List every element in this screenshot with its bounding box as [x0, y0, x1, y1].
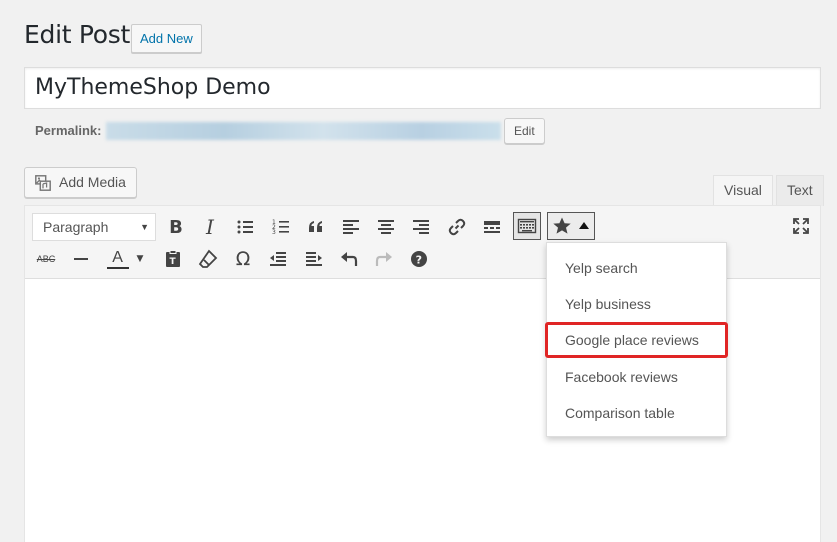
reviews-shortcode-button[interactable] [547, 212, 595, 240]
add-media-label: Add Media [59, 174, 126, 190]
read-more-button[interactable] [478, 213, 506, 241]
undo-button[interactable] [335, 245, 363, 273]
post-title-input[interactable]: MyThemeShop Demo [24, 67, 821, 109]
fullscreen-button[interactable] [787, 212, 815, 240]
redo-icon [375, 252, 392, 266]
menu-item-yelp-search[interactable]: Yelp search [547, 250, 726, 286]
numbered-list-icon: 123 [272, 219, 289, 236]
indent-button[interactable] [300, 245, 328, 273]
fullscreen-icon [793, 218, 809, 234]
clear-formatting-icon [198, 249, 218, 268]
add-new-button[interactable]: Add New [131, 24, 202, 53]
bold-icon: B [169, 216, 183, 238]
bold-button[interactable]: B [162, 213, 190, 241]
clear-formatting-button[interactable] [194, 245, 222, 273]
strikethrough-icon: ABC [36, 254, 56, 264]
chevron-down-icon: ▼ [140, 222, 149, 232]
reviews-dropdown-menu: Yelp search Yelp business Google place r… [545, 242, 728, 437]
italic-icon: I [206, 215, 214, 239]
bulleted-list-button[interactable] [231, 213, 259, 241]
insert-link-icon [448, 218, 466, 236]
strikethrough-button[interactable]: ABC [32, 245, 60, 273]
align-right-icon [413, 220, 429, 234]
permalink-edit-button[interactable]: Edit [504, 118, 545, 144]
format-select-value: Paragraph [43, 219, 109, 235]
text-color-letter: A [112, 248, 123, 266]
undo-icon [341, 252, 358, 266]
italic-button[interactable]: I [196, 213, 224, 241]
help-icon: ? [411, 251, 427, 267]
outdent-icon [270, 252, 286, 266]
menu-item-comparison-table[interactable]: Comparison table [547, 395, 726, 431]
text-color-icon: A [106, 248, 129, 269]
star-icon [553, 217, 571, 234]
toolbar-toggle-button[interactable] [513, 212, 541, 240]
align-left-button[interactable] [337, 213, 365, 241]
horizontal-line-icon [74, 258, 88, 260]
align-center-button[interactable] [372, 213, 400, 241]
align-right-button[interactable] [407, 213, 435, 241]
add-media-icon [35, 174, 51, 191]
caret-up-icon [579, 222, 589, 229]
toolbar-toggle-icon [517, 218, 537, 234]
text-color-button[interactable]: A ▼ [102, 245, 148, 273]
read-more-icon [484, 221, 500, 233]
menu-item-yelp-business[interactable]: Yelp business [547, 286, 726, 322]
permalink-label: Permalink: [35, 123, 102, 138]
page-title: Edit Post [24, 20, 130, 49]
add-media-button[interactable]: Add Media [24, 167, 137, 198]
help-button[interactable]: ? [405, 245, 433, 273]
redo-button[interactable] [370, 245, 398, 273]
numbered-list-button[interactable]: 123 [267, 213, 295, 241]
text-color-bar [106, 266, 129, 269]
permalink-url[interactable] [106, 122, 501, 140]
tab-text[interactable]: Text [776, 175, 824, 206]
blockquote-icon [309, 221, 322, 232]
horizontal-line-button[interactable] [67, 245, 95, 273]
svg-text:T: T [170, 257, 177, 267]
format-select[interactable]: Paragraph ▼ [32, 213, 156, 241]
menu-item-google-place-reviews[interactable]: Google place reviews [545, 322, 728, 358]
special-character-button[interactable]: Ω [229, 245, 257, 273]
align-center-icon [378, 220, 394, 234]
insert-link-button[interactable] [443, 213, 471, 241]
special-character-icon: Ω [235, 248, 251, 270]
bulleted-list-icon [237, 220, 253, 234]
outdent-button[interactable] [264, 245, 292, 273]
svg-text:?: ? [416, 254, 422, 267]
align-left-icon [343, 220, 359, 234]
svg-text:3: 3 [272, 229, 276, 236]
paste-as-text-button[interactable]: T [159, 245, 187, 273]
chevron-down-icon: ▼ [136, 254, 144, 264]
paste-as-text-icon: T [166, 250, 180, 267]
menu-item-facebook-reviews[interactable]: Facebook reviews [547, 359, 726, 395]
indent-icon [306, 252, 322, 266]
tab-visual[interactable]: Visual [713, 175, 773, 206]
blockquote-button[interactable] [302, 213, 330, 241]
